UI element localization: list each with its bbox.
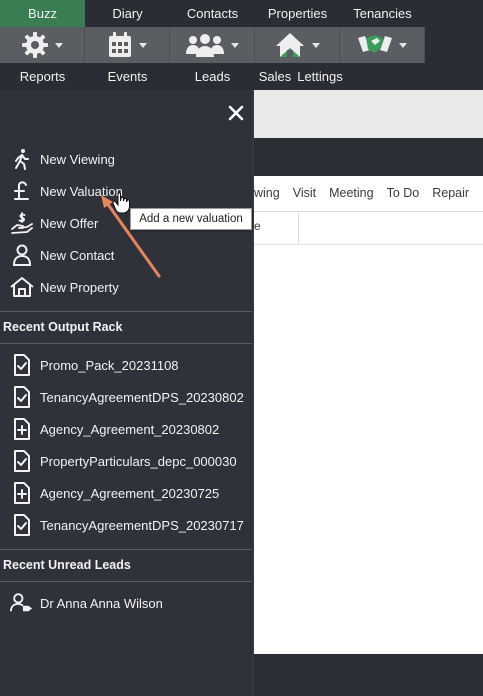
lead-item[interactable]: Dr Anna Anna Wilson [10,591,250,615]
divider [254,211,483,212]
section-divider [0,581,252,582]
tooltip: Add a new valuation [130,208,252,230]
tab-contacts[interactable]: Contacts [170,0,255,27]
sales-menu-button[interactable] [255,27,340,63]
nav-label-row: Reports Events Leads Sales Lettings [0,63,483,90]
walking-person-icon [10,147,34,171]
chevron-down-icon [231,42,239,48]
recent-output-heading: Recent Output Rack [3,320,123,334]
section-divider [0,549,252,550]
content-header [254,138,483,176]
doc-check-icon [10,353,34,377]
new-viewing-item[interactable]: New Viewing [10,147,250,171]
output-item[interactable]: Agency_Agreement_20230725 [10,481,250,505]
output-item[interactable]: Agency_Agreement_20230802 [10,417,250,441]
new-offer-label: New Offer [40,215,99,231]
hand-cursor-icon [112,192,130,214]
doc-check-icon [10,513,34,537]
chevron-down-icon [55,42,63,48]
content-toolbar [254,90,483,138]
output-item[interactable]: Promo_Pack_20231108 [10,353,250,377]
content-footer [254,654,483,696]
nav-label-lettings[interactable]: Lettings [295,63,345,90]
recent-leads-heading: Recent Unread Leads [3,558,131,572]
output-item[interactable]: TenancyAgreementDPS_20230717 [10,513,250,537]
doc-plus-icon [10,481,34,505]
new-valuation-label: New Valuation [40,183,123,199]
pound-icon [10,179,34,203]
tab-buzz[interactable]: Buzz [0,0,85,27]
event-tab-meeting[interactable]: Meeting [329,186,373,200]
output-item-label: Agency_Agreement_20230725 [40,485,220,501]
event-tab-repair[interactable]: Repair [432,186,469,200]
new-property-label: New Property [40,279,119,295]
tab-diary[interactable]: Diary [85,0,170,27]
chevron-down-icon [139,42,147,48]
handshake-icon [358,35,392,53]
nav-label-leads[interactable]: Leads [170,63,255,90]
chevron-down-icon [399,42,407,48]
events-menu-button[interactable] [85,27,170,63]
doc-plus-icon [10,417,34,441]
people-icon [186,34,224,57]
person-tag-icon [10,591,34,615]
output-item-label: TenancyAgreementDPS_20230802 [40,389,244,405]
house-outline-icon [10,275,34,299]
new-contact-item[interactable]: New Contact [10,243,250,267]
gear-icon [22,32,48,58]
divider [298,212,299,244]
output-item[interactable]: PropertyParticulars_depc_000030 [10,449,250,473]
tab-tenancies[interactable]: Tenancies [340,0,425,27]
new-viewing-label: New Viewing [40,151,115,167]
lettings-menu-button[interactable] [340,27,425,63]
nav-label-reports[interactable]: Reports [0,63,85,90]
leads-menu-button[interactable] [170,27,255,63]
output-item-label: TenancyAgreementDPS_20230717 [40,517,244,533]
divider [254,244,483,245]
close-panel-button[interactable] [226,103,246,123]
event-tab-viewing[interactable]: wing [254,186,280,200]
output-item-label: Agency_Agreement_20230802 [40,421,220,437]
event-tab-visit[interactable]: Visit [293,186,316,200]
top-nav-tabs: Buzz Diary Contacts Properties Tenancies [0,0,483,27]
tab-properties[interactable]: Properties [255,0,340,27]
column-header-fragment: e [254,219,261,233]
reports-menu-button[interactable] [0,27,85,63]
nav-icon-row [0,27,425,63]
chevron-down-icon [312,42,320,48]
output-item-label: Promo_Pack_20231108 [40,357,179,373]
house-icon [276,33,304,57]
lead-item-label: Dr Anna Anna Wilson [40,595,163,611]
calendar-icon [109,32,131,57]
nav-icon-row-filler [425,27,483,63]
nav-label-sales[interactable]: Sales [255,63,295,90]
person-icon [10,243,34,267]
section-divider [0,311,252,312]
doc-check-icon [10,449,34,473]
section-divider [0,343,252,344]
close-icon [228,105,244,121]
event-type-tabs: wing Visit Meeting To Do Repair [254,180,483,206]
offer-hand-icon [10,211,34,235]
doc-check-icon [10,385,34,409]
output-item-label: PropertyParticulars_depc_000030 [40,453,237,469]
output-item[interactable]: TenancyAgreementDPS_20230802 [10,385,250,409]
event-tab-todo[interactable]: To Do [387,186,420,200]
new-contact-label: New Contact [40,247,115,263]
content-area [254,176,483,654]
new-property-item[interactable]: New Property [10,275,250,299]
nav-label-events[interactable]: Events [85,63,170,90]
